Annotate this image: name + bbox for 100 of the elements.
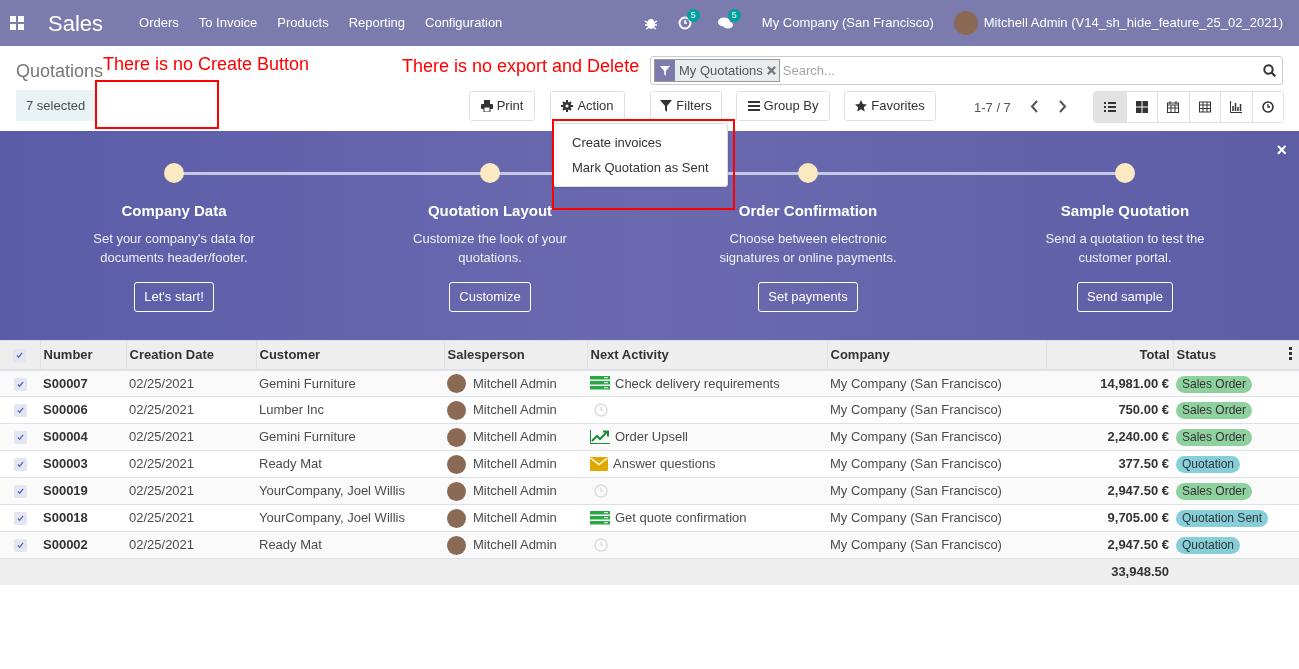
column-header[interactable]: Creation Date bbox=[129, 347, 215, 362]
table-cell-text: Get quote confirmation bbox=[615, 509, 747, 528]
print-button[interactable]: Print bbox=[469, 91, 535, 121]
checkbox[interactable] bbox=[13, 349, 27, 362]
step-description: Set your company's data for documents header/footer. bbox=[92, 229, 256, 267]
table-cell: Gemini Furniture bbox=[259, 375, 356, 391]
table-cell: My Company (San Francisco) bbox=[830, 429, 1002, 445]
annotation-text: There is no Create Button bbox=[103, 53, 310, 76]
check-icon bbox=[16, 461, 24, 469]
list-icon[interactable] bbox=[590, 511, 610, 525]
bar-chart-icon bbox=[1230, 101, 1243, 113]
app-title[interactable]: Sales bbox=[48, 6, 104, 40]
table-cell: S00019 bbox=[43, 483, 88, 499]
step-button[interactable]: Let's start! bbox=[134, 281, 214, 312]
menu-item[interactable]: Mark Quotation as Sent bbox=[554, 155, 727, 180]
table-cell: 377.50 € bbox=[1118, 456, 1169, 472]
pager-value: 1-7 / 7 bbox=[974, 99, 1011, 117]
column-header[interactable]: Next Activity bbox=[590, 347, 669, 362]
user-menu[interactable]: Mitchell Admin (V14_sh_hide_feature_25_02_2021) bbox=[983, 13, 1283, 33]
favorites-button[interactable]: Favorites bbox=[844, 91, 936, 121]
step-button[interactable]: Set payments bbox=[758, 281, 858, 312]
column-header[interactable]: Salesperson bbox=[447, 347, 525, 362]
step-description: Send a quotation to test the customer portal. bbox=[1044, 229, 1206, 267]
check-icon bbox=[16, 488, 24, 496]
table-cell-text: Mitchell Admin bbox=[473, 455, 557, 474]
search-icon[interactable] bbox=[1263, 64, 1276, 77]
table-cell: YourCompany, Joel Willis bbox=[259, 483, 405, 499]
kanban-icon bbox=[1135, 101, 1148, 113]
menu-item[interactable]: Create invoices bbox=[554, 130, 727, 155]
menu-item[interactable]: Products bbox=[277, 13, 329, 33]
table-cell: S00006 bbox=[43, 402, 88, 418]
filters-button[interactable]: Filters bbox=[650, 91, 722, 121]
step-button[interactable]: Send sample bbox=[1077, 281, 1173, 312]
menu-item[interactable]: Reporting bbox=[348, 13, 405, 33]
column-header[interactable]: Company bbox=[830, 347, 890, 362]
step-title: Sample Quotation bbox=[1060, 201, 1190, 221]
check-icon bbox=[16, 434, 24, 442]
avatar bbox=[447, 400, 466, 420]
view-switch-button[interactable] bbox=[1094, 92, 1126, 122]
step-title: Order Confirmation bbox=[738, 201, 878, 221]
chevron-left-icon[interactable] bbox=[1030, 100, 1040, 113]
table-cell-text: Check delivery requirements bbox=[615, 374, 780, 393]
company-switcher[interactable]: My Company (San Francisco) bbox=[761, 13, 934, 33]
filter-icon bbox=[660, 65, 670, 76]
menu-item[interactable]: Orders bbox=[139, 13, 179, 33]
apps-menu-icon[interactable] bbox=[10, 16, 24, 30]
status-badge: Sales Order bbox=[1176, 402, 1253, 420]
checkbox[interactable] bbox=[13, 485, 27, 499]
check-icon bbox=[16, 407, 24, 415]
envelope-icon[interactable] bbox=[590, 457, 608, 471]
table-cell: Lumber Inc bbox=[259, 402, 325, 418]
view-switch-button[interactable] bbox=[1251, 92, 1283, 122]
list-icon[interactable] bbox=[590, 376, 610, 391]
filter-icon bbox=[660, 100, 673, 112]
table-cell-text: Mitchell Admin bbox=[473, 509, 557, 528]
column-header[interactable]: Status bbox=[1176, 347, 1217, 362]
table-cell: 02/25/2021 bbox=[129, 510, 195, 526]
table-cell-text: Mitchell Admin bbox=[473, 401, 557, 420]
checkbox[interactable] bbox=[13, 404, 27, 418]
column-header[interactable]: Customer bbox=[259, 347, 321, 362]
menu-item[interactable]: To Invoice bbox=[198, 13, 258, 33]
table-cell: 02/25/2021 bbox=[129, 483, 195, 499]
table-cell: 14,981.00 € bbox=[1100, 375, 1169, 391]
close-icon[interactable]: × bbox=[1276, 137, 1287, 164]
check-icon bbox=[16, 542, 24, 550]
table-cell: My Company (San Francisco) bbox=[830, 402, 1002, 418]
clock-icon bbox=[1261, 101, 1274, 113]
total-sum: 33,948.50 bbox=[1111, 564, 1169, 579]
trend-chart-icon[interactable] bbox=[590, 430, 610, 444]
checkbox[interactable] bbox=[13, 512, 27, 526]
menu-item[interactable]: Configuration bbox=[425, 13, 503, 33]
chevron-right-icon[interactable] bbox=[1057, 100, 1067, 113]
close-icon[interactable] bbox=[766, 66, 776, 75]
step-description: Choose between electronic signatures or online payments. bbox=[718, 229, 898, 267]
check-icon bbox=[16, 352, 24, 359]
search-field[interactable]: My Quotations Search... bbox=[650, 56, 1283, 85]
step-button[interactable]: Customize bbox=[449, 281, 531, 312]
chat-icon[interactable] bbox=[717, 16, 734, 30]
avatar bbox=[447, 481, 466, 501]
avatar bbox=[447, 373, 466, 393]
action-button[interactable]: Action bbox=[550, 91, 625, 121]
table-cell: Gemini Furniture bbox=[259, 429, 356, 445]
bug-icon[interactable] bbox=[643, 16, 658, 30]
list-icon bbox=[1103, 101, 1116, 113]
status-badge: Sales Order bbox=[1176, 483, 1253, 501]
group-by-button[interactable]: Group By bbox=[736, 91, 830, 121]
filter-facet[interactable]: My Quotations bbox=[654, 59, 780, 82]
column-header[interactable]: Number bbox=[43, 347, 93, 362]
table-cell: S00007 bbox=[43, 375, 88, 391]
checkbox[interactable] bbox=[13, 458, 27, 472]
table-cell: 2,240.00 € bbox=[1107, 429, 1169, 445]
checkbox[interactable] bbox=[13, 431, 27, 445]
more-options-icon[interactable] bbox=[1289, 347, 1292, 360]
check-icon bbox=[16, 380, 24, 388]
column-header[interactable]: Total bbox=[1139, 347, 1170, 362]
table-cell-text: Mitchell Admin bbox=[473, 374, 557, 393]
checkbox[interactable] bbox=[13, 539, 27, 553]
avatar bbox=[953, 11, 978, 35]
step-title: Company Data bbox=[121, 201, 227, 221]
checkbox[interactable] bbox=[13, 377, 27, 391]
